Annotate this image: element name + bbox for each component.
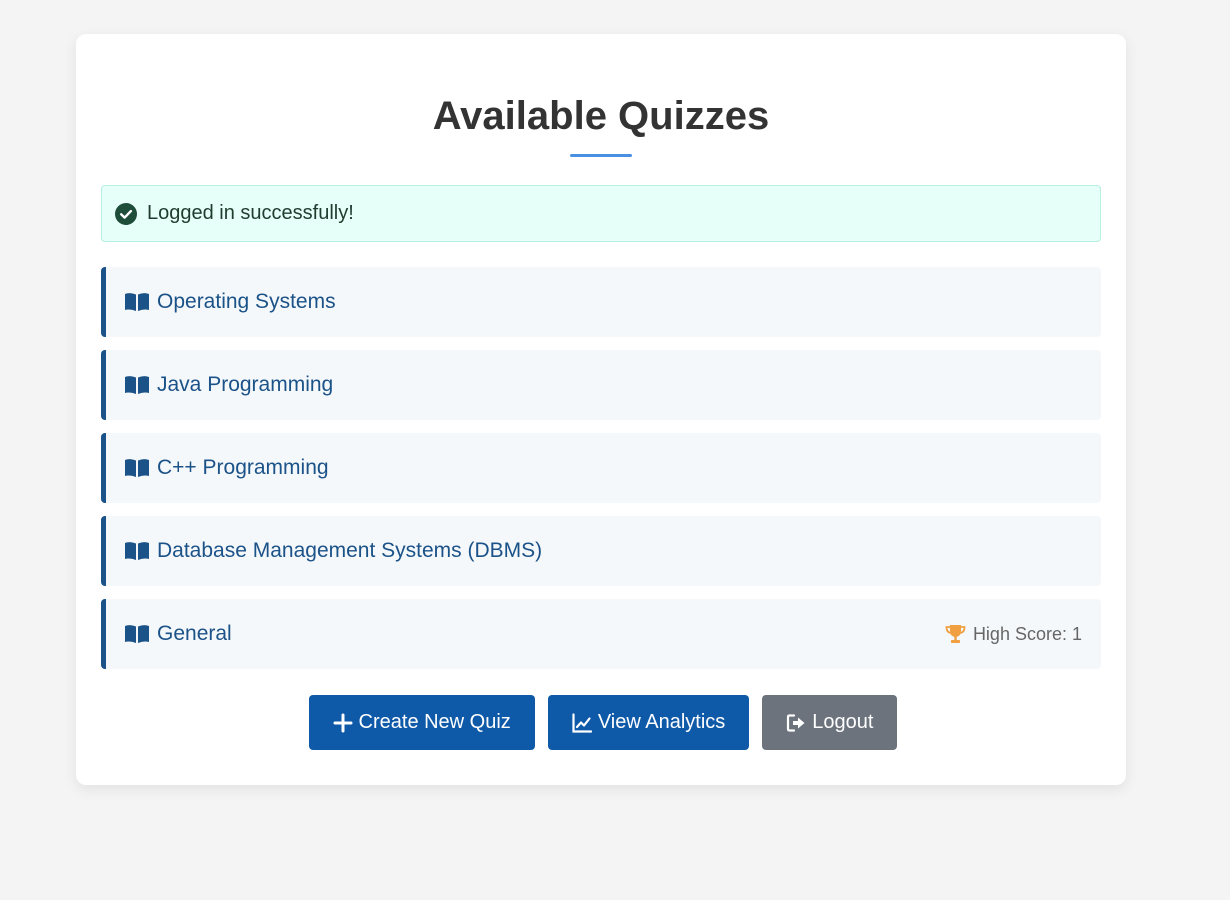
quiz-item-dbms[interactable]: Database Management Systems (DBMS)	[101, 516, 1101, 586]
book-icon	[124, 292, 150, 312]
chart-line-icon	[572, 712, 592, 733]
logout-label: Logout	[812, 711, 874, 733]
book-icon	[124, 541, 150, 561]
plus-icon	[333, 713, 353, 733]
check-circle-icon	[115, 202, 137, 225]
action-buttons: Create New Quiz View Analytics Logout	[101, 695, 1101, 750]
book-icon	[124, 458, 150, 478]
quiz-item-operating-systems[interactable]: Operating Systems	[101, 267, 1101, 337]
quiz-item-general[interactable]: General High Score: 1	[101, 599, 1101, 669]
view-analytics-button[interactable]: View Analytics	[547, 695, 750, 750]
trophy-icon	[945, 624, 966, 644]
book-icon	[124, 375, 150, 395]
book-icon	[124, 624, 150, 644]
high-score-label: High Score: 1	[972, 623, 1082, 644]
quiz-title: General	[157, 622, 232, 645]
create-quiz-label: Create New Quiz	[358, 711, 511, 733]
title-underline	[570, 154, 632, 157]
success-alert: Logged in successfully!	[101, 185, 1101, 242]
sign-out-icon	[786, 713, 806, 733]
quiz-item-cpp-programming[interactable]: C++ Programming	[101, 433, 1101, 503]
alert-message: Logged in successfully!	[147, 202, 354, 224]
quiz-title: Operating Systems	[157, 290, 336, 313]
quiz-title: Java Programming	[157, 373, 334, 396]
view-analytics-label: View Analytics	[597, 711, 726, 733]
high-score-badge: High Score: 1	[945, 624, 1082, 645]
quiz-list-card: Available Quizzes Logged in successfully…	[76, 34, 1126, 785]
quiz-title: C++ Programming	[157, 456, 329, 479]
quiz-list: Operating Systems Java Programming C++ P…	[101, 267, 1101, 669]
quiz-title: Database Management Systems (DBMS)	[157, 539, 543, 562]
page-title: Available Quizzes	[432, 94, 770, 138]
create-quiz-button[interactable]: Create New Quiz	[308, 695, 535, 750]
quiz-item-java-programming[interactable]: Java Programming	[101, 350, 1101, 420]
logout-button[interactable]: Logout	[762, 695, 898, 750]
